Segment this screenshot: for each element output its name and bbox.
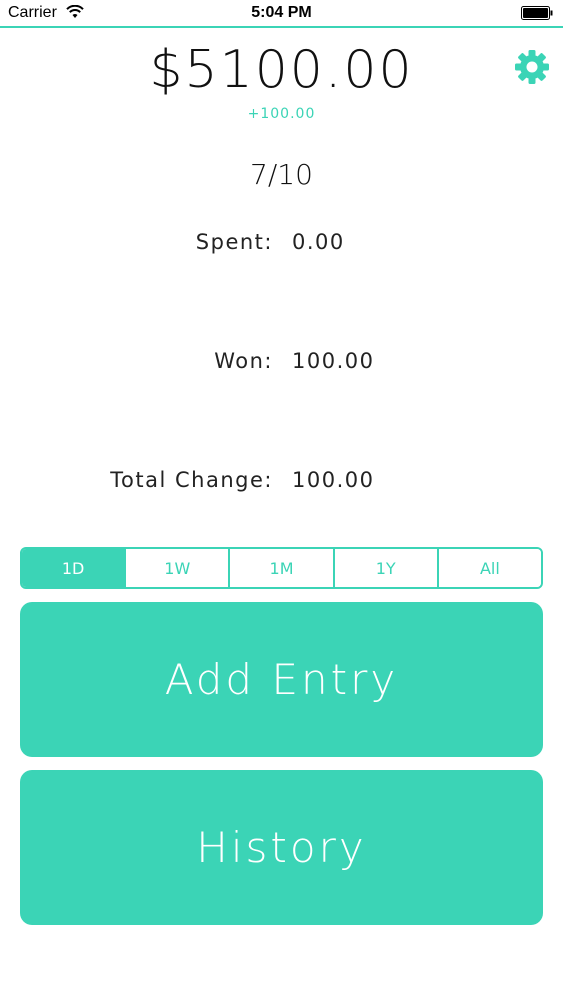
stat-value: 100.00 — [292, 349, 375, 373]
stat-label: Won: — [214, 349, 273, 373]
stat-value: 100.00 — [292, 468, 375, 492]
stat-total-change: Total Change: 100.00 — [0, 468, 563, 498]
range-tab-all[interactable]: All — [436, 549, 541, 587]
range-selector: 1D 1W 1M 1Y All — [20, 547, 543, 589]
status-bar: Carrier 5:04 PM — [0, 0, 563, 28]
range-tab-1w[interactable]: 1W — [124, 549, 229, 587]
history-button[interactable]: History — [20, 770, 543, 925]
balance-change: +100.00 — [247, 106, 316, 122]
range-tab-1y[interactable]: 1Y — [332, 549, 437, 587]
range-tab-1d[interactable]: 1D — [22, 549, 125, 587]
date-label: 7/10 — [250, 158, 313, 191]
stat-label: Spent: — [195, 230, 273, 254]
stat-spent: Spent: 0.00 — [0, 230, 563, 260]
stat-label: Total Change: — [110, 468, 273, 492]
gear-icon[interactable] — [514, 49, 550, 85]
range-tab-1m[interactable]: 1M — [228, 549, 333, 587]
battery-icon — [521, 6, 553, 20]
status-time: 5:04 PM — [251, 4, 312, 21]
add-entry-button[interactable]: Add Entry — [20, 602, 543, 757]
balance-amount: $5100.00 — [149, 40, 414, 100]
stat-won: Won: 100.00 — [0, 349, 563, 379]
stat-value: 0.00 — [292, 230, 345, 254]
